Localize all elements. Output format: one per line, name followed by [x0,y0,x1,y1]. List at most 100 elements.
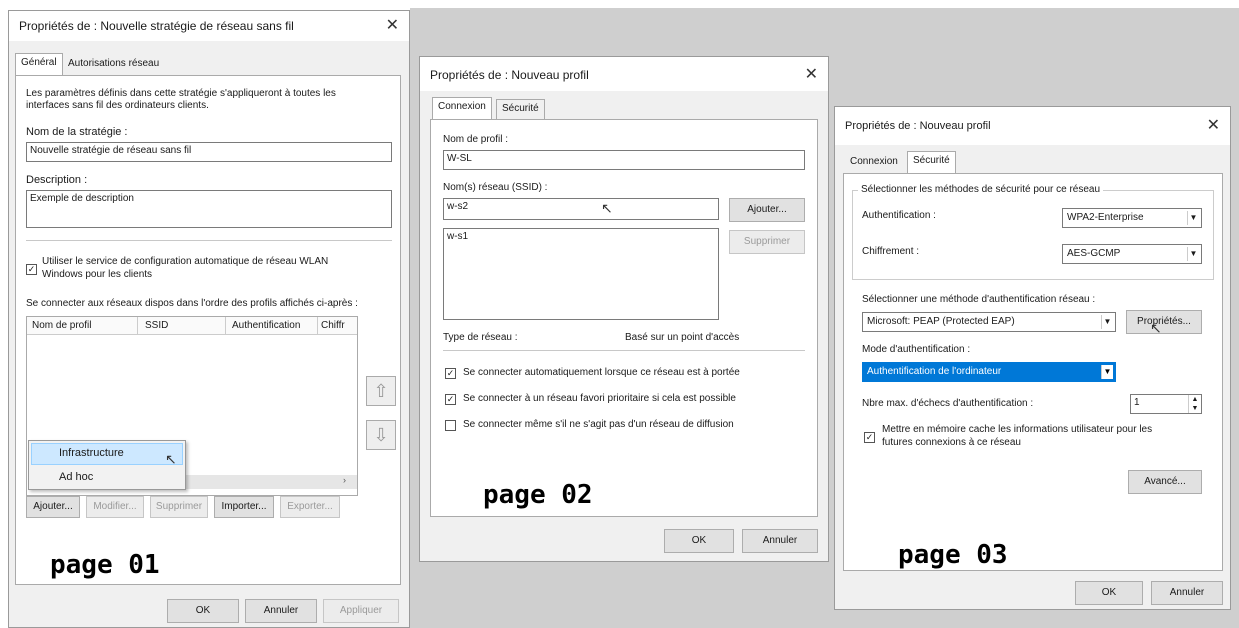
ok-button[interactable]: OK [664,529,734,553]
move-up-icon[interactable]: ⇧ [366,376,396,406]
wlan-checkbox[interactable]: ✓ [26,264,37,275]
non-broadcast-label: Se connecter même s'il ne s'agit pas d'u… [463,419,734,430]
auth-method-label: Sélectionner une méthode d'authentificat… [862,294,1096,305]
profile-name-label: Nom de profil : [443,134,509,145]
page-label: page 02 [483,480,593,510]
export-button[interactable]: Exporter... [280,496,340,518]
tab-security[interactable]: Sécurité [496,99,545,119]
ssid-label: Nom(s) réseau (SSID) : [443,182,548,193]
ok-button[interactable]: OK [1075,581,1143,605]
cache-credentials-checkbox[interactable]: ✓ [864,432,875,443]
title-bar: Propriétés de : Nouveau profil ✕ [420,57,828,91]
add-button[interactable]: Ajouter... [26,496,80,518]
delete-button[interactable]: Supprimer [150,496,208,518]
policy-name-label: Nom de la stratégie : [26,126,128,138]
ok-button[interactable]: OK [167,599,239,623]
connection-panel: Nom de profil : W-SL Nom(s) réseau (SSID… [430,119,818,517]
general-panel: Les paramètres définis dans cette straté… [15,75,401,585]
import-button[interactable]: Importer... [214,496,274,518]
policy-name-input[interactable]: Nouvelle stratégie de réseau sans fil [26,142,392,162]
preferred-network-checkbox[interactable]: ✓ [445,394,456,405]
move-down-icon[interactable]: ⇩ [366,420,396,450]
mouse-cursor-icon: ↖ [1150,320,1162,336]
chevron-down-icon: ▼ [1101,365,1113,379]
dialog-title: Propriétés de : Nouvelle stratégie de ré… [19,19,294,33]
menu-item-infrastructure-label: Infrastructure [59,447,124,459]
apply-button[interactable]: Appliquer [323,599,399,623]
wlan-checkbox-label: Utiliser le service de configuration aut… [42,256,329,267]
encryption-select[interactable]: AES-GCMP ▼ [1062,244,1202,264]
description-input[interactable]: Exemple de description [26,190,392,228]
network-type-value: Basé sur un point d'accès [625,332,740,343]
dialog-new-profile-connection: Propriétés de : Nouveau profil ✕ Connexi… [419,56,829,562]
dialog-title: Propriétés de : Nouveau profil [845,120,991,132]
close-icon[interactable]: ✕ [386,15,399,35]
dialog-policy-properties: Propriétés de : Nouvelle stratégie de ré… [8,10,410,628]
col-encryption[interactable]: Chiffr [321,320,345,331]
page-label: page 03 [898,540,1008,570]
tab-connection[interactable]: Connexion [432,97,492,119]
horizontal-scrollbar[interactable] [177,475,357,489]
authentication-select[interactable]: WPA2-Enterprise ▼ [1062,208,1202,228]
cancel-button[interactable]: Annuler [742,529,818,553]
preferred-network-label: Se connecter à un réseau favori priorita… [463,393,736,404]
add-ssid-button[interactable]: Ajouter... [729,198,805,222]
description-label: Description : [26,174,88,186]
auth-method-select[interactable]: Microsoft: PEAP (Protected EAP) ▼ [862,312,1116,332]
auth-method-value: Microsoft: PEAP (Protected EAP) [867,316,1015,327]
advanced-button[interactable]: Avancé... [1128,470,1202,494]
security-group-label: Sélectionner les méthodes de sécurité po… [858,184,1104,195]
spinner-icon[interactable]: ▲ ▼ [1188,395,1201,413]
scroll-right-icon[interactable]: › [343,475,346,485]
mouse-cursor-icon: ↖ [165,451,177,467]
edit-button[interactable]: Modifier... [86,496,144,518]
tab-security[interactable]: Sécurité [907,151,956,173]
tab-network-permissions[interactable]: Autorisations réseau [63,55,164,75]
connect-order-label: Se connecter aux réseaux dispos dans l'o… [26,298,358,309]
cache-credentials-label-2: futures connexions à ce réseau [882,437,1021,448]
page-label: page 01 [50,550,160,580]
auto-connect-label: Se connecter automatiquement lorsque ce … [463,367,740,378]
close-icon[interactable]: ✕ [805,64,818,84]
auto-connect-checkbox[interactable]: ✓ [445,368,456,379]
cancel-button[interactable]: Annuler [1151,581,1223,605]
security-panel: Sélectionner les méthodes de sécurité po… [843,173,1223,571]
chevron-down-icon: ▼ [1187,211,1199,225]
encryption-label: Chiffrement : [862,246,920,257]
col-profile-name[interactable]: Nom de profil [32,320,91,331]
col-authentication[interactable]: Authentification [232,320,300,331]
properties-button[interactable]: Propriétés... [1126,310,1202,334]
cache-credentials-label: Mettre en mémoire cache les informations… [882,424,1153,435]
non-broadcast-checkbox[interactable] [445,420,456,431]
chevron-down-icon: ▼ [1101,315,1113,329]
title-bar: Propriétés de : Nouveau profil ✕ [835,107,1230,145]
tab-general[interactable]: Général [15,53,63,75]
auth-mode-value: Authentification de l'ordinateur [867,366,1002,377]
menu-item-adhoc[interactable]: Ad hoc [59,471,93,483]
encryption-value: AES-GCMP [1067,248,1121,259]
tab-connection[interactable]: Connexion [845,153,903,173]
add-menu: Infrastructure Ad hoc ↖ [28,440,186,490]
chevron-down-icon: ▼ [1187,247,1199,261]
auth-mode-label: Mode d'authentification : [862,344,971,355]
close-icon[interactable]: ✕ [1207,115,1220,135]
profile-name-input[interactable]: W-SL [443,150,805,170]
network-type-label: Type de réseau : [443,332,518,343]
security-group [852,190,1214,280]
auth-mode-select[interactable]: Authentification de l'ordinateur ▼ [862,362,1116,382]
dialog-new-profile-security: Propriétés de : Nouveau profil ✕ Connexi… [834,106,1231,610]
authentication-value: WPA2-Enterprise [1067,212,1144,223]
separator [26,240,392,241]
wlan-checkbox-label-2: Windows pour les clients [42,269,153,280]
separator [443,350,805,351]
ssid-list[interactable]: w-s1 [443,228,719,320]
intro-text: Les paramètres définis dans cette straté… [26,88,336,99]
cancel-button[interactable]: Annuler [245,599,317,623]
tab-strip: Général Autorisations réseau [15,53,395,75]
authentication-label: Authentification : [862,210,936,221]
dialog-title: Propriétés de : Nouveau profil [430,68,589,82]
delete-ssid-button[interactable]: Supprimer [729,230,805,254]
col-divider [137,317,138,335]
col-ssid[interactable]: SSID [145,320,168,331]
ssid-input[interactable]: w-s2 [443,198,719,220]
